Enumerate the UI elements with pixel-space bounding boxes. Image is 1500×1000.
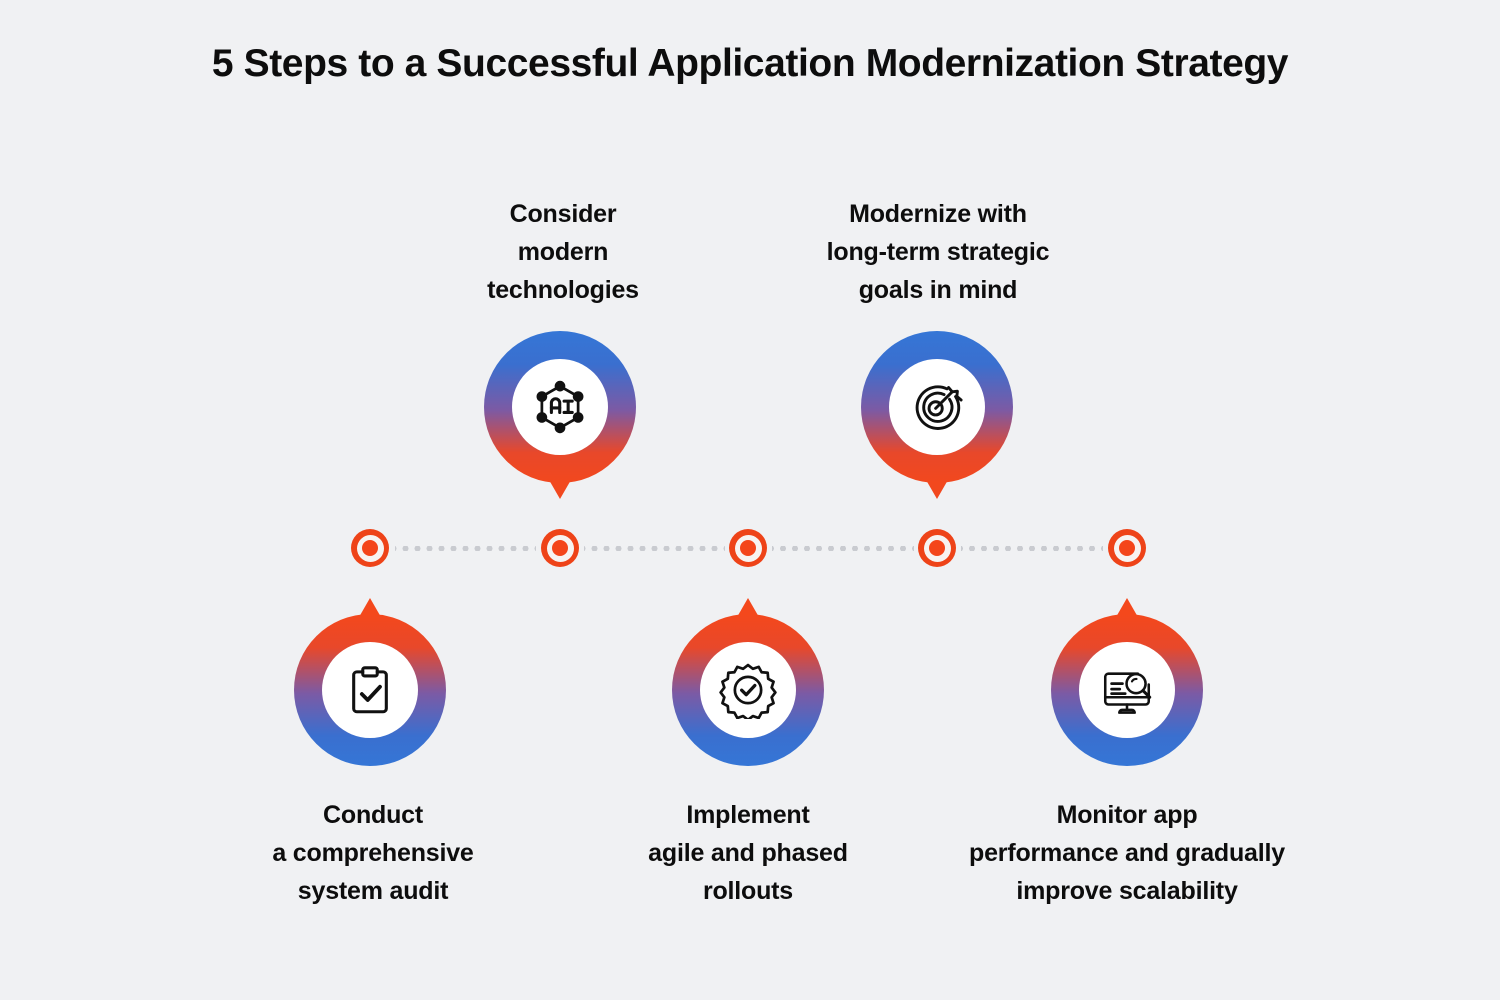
step-1-caption-line-1: Conduct	[323, 801, 423, 829]
timeline-dot-core	[552, 540, 568, 556]
timeline-dot-ring	[356, 534, 384, 562]
step-4-caption-line-2: long-term strategic	[826, 238, 1050, 266]
timeline-dot-core	[929, 540, 945, 556]
step-3-pin[interactable]	[672, 598, 824, 766]
step-5-caption-line-1: Monitor app	[1056, 801, 1198, 829]
timeline-dot-ring	[923, 534, 951, 562]
step-5-caption: Monitor app performance and gradually im…	[917, 796, 1337, 910]
timeline-connector-2	[584, 546, 725, 551]
timeline-dot-core	[1119, 540, 1135, 556]
monitor-search-icon	[1103, 672, 1152, 714]
ai-network-icon	[536, 380, 584, 434]
step-2-caption-line-3: technologies	[487, 276, 639, 304]
timeline-connector-3	[772, 546, 914, 551]
pin-icon-well	[1079, 642, 1175, 738]
step-1-pin[interactable]	[294, 598, 446, 766]
pin-icon-well	[700, 642, 796, 738]
timeline-dot-2[interactable]	[541, 529, 579, 567]
step-3-caption-line-3: rollouts	[702, 877, 794, 905]
step-5-caption-line-3: improve scalability	[1016, 877, 1238, 905]
step-5-pin[interactable]	[1051, 598, 1203, 766]
timeline-connector-4	[961, 546, 1103, 551]
timeline-dot-ring	[734, 534, 762, 562]
pin-icon-well	[889, 359, 985, 455]
timeline-connector-1	[395, 546, 536, 551]
step-4-pin[interactable]	[861, 331, 1013, 499]
timeline-dot-ring	[1113, 534, 1141, 562]
pin-icon-well	[512, 359, 608, 455]
timeline-dot-3[interactable]	[729, 529, 767, 567]
step-1-caption-line-3: system audit	[297, 877, 449, 905]
target-arrow-icon	[915, 385, 963, 430]
step-5-caption-line-2: performance and gradually	[969, 839, 1285, 867]
step-2-caption-line-1: Consider	[509, 200, 617, 228]
step-2-caption-line-2: modern	[517, 238, 609, 266]
step-4-caption-line-1: Modernize with	[849, 200, 1027, 228]
timeline-dot-core	[362, 540, 378, 556]
step-4-caption-line-3: goals in mind	[858, 276, 1018, 304]
timeline-dot-4[interactable]	[918, 529, 956, 567]
step-3-caption-line-1: Implement	[686, 801, 810, 829]
timeline-dot-1[interactable]	[351, 529, 389, 567]
timeline-dot-core	[740, 540, 756, 556]
step-1-caption: Conduct a comprehensive system audit	[213, 796, 533, 910]
gear-check-icon	[719, 663, 777, 719]
timeline-dot-ring	[546, 534, 574, 562]
pin-icon-well	[322, 642, 418, 738]
step-2-pin[interactable]	[484, 331, 636, 499]
step-3-caption: Implement agile and phased rollouts	[593, 796, 903, 910]
step-1-caption-line-2: a comprehensive	[272, 839, 474, 867]
step-2-caption: Consider modern technologies	[403, 195, 723, 309]
step-3-caption-line-2: agile and phased	[648, 839, 848, 867]
clipboard-check-icon	[352, 666, 388, 714]
step-4-caption: Modernize with long-term strategic goals…	[768, 195, 1108, 309]
timeline-dot-5[interactable]	[1108, 529, 1146, 567]
